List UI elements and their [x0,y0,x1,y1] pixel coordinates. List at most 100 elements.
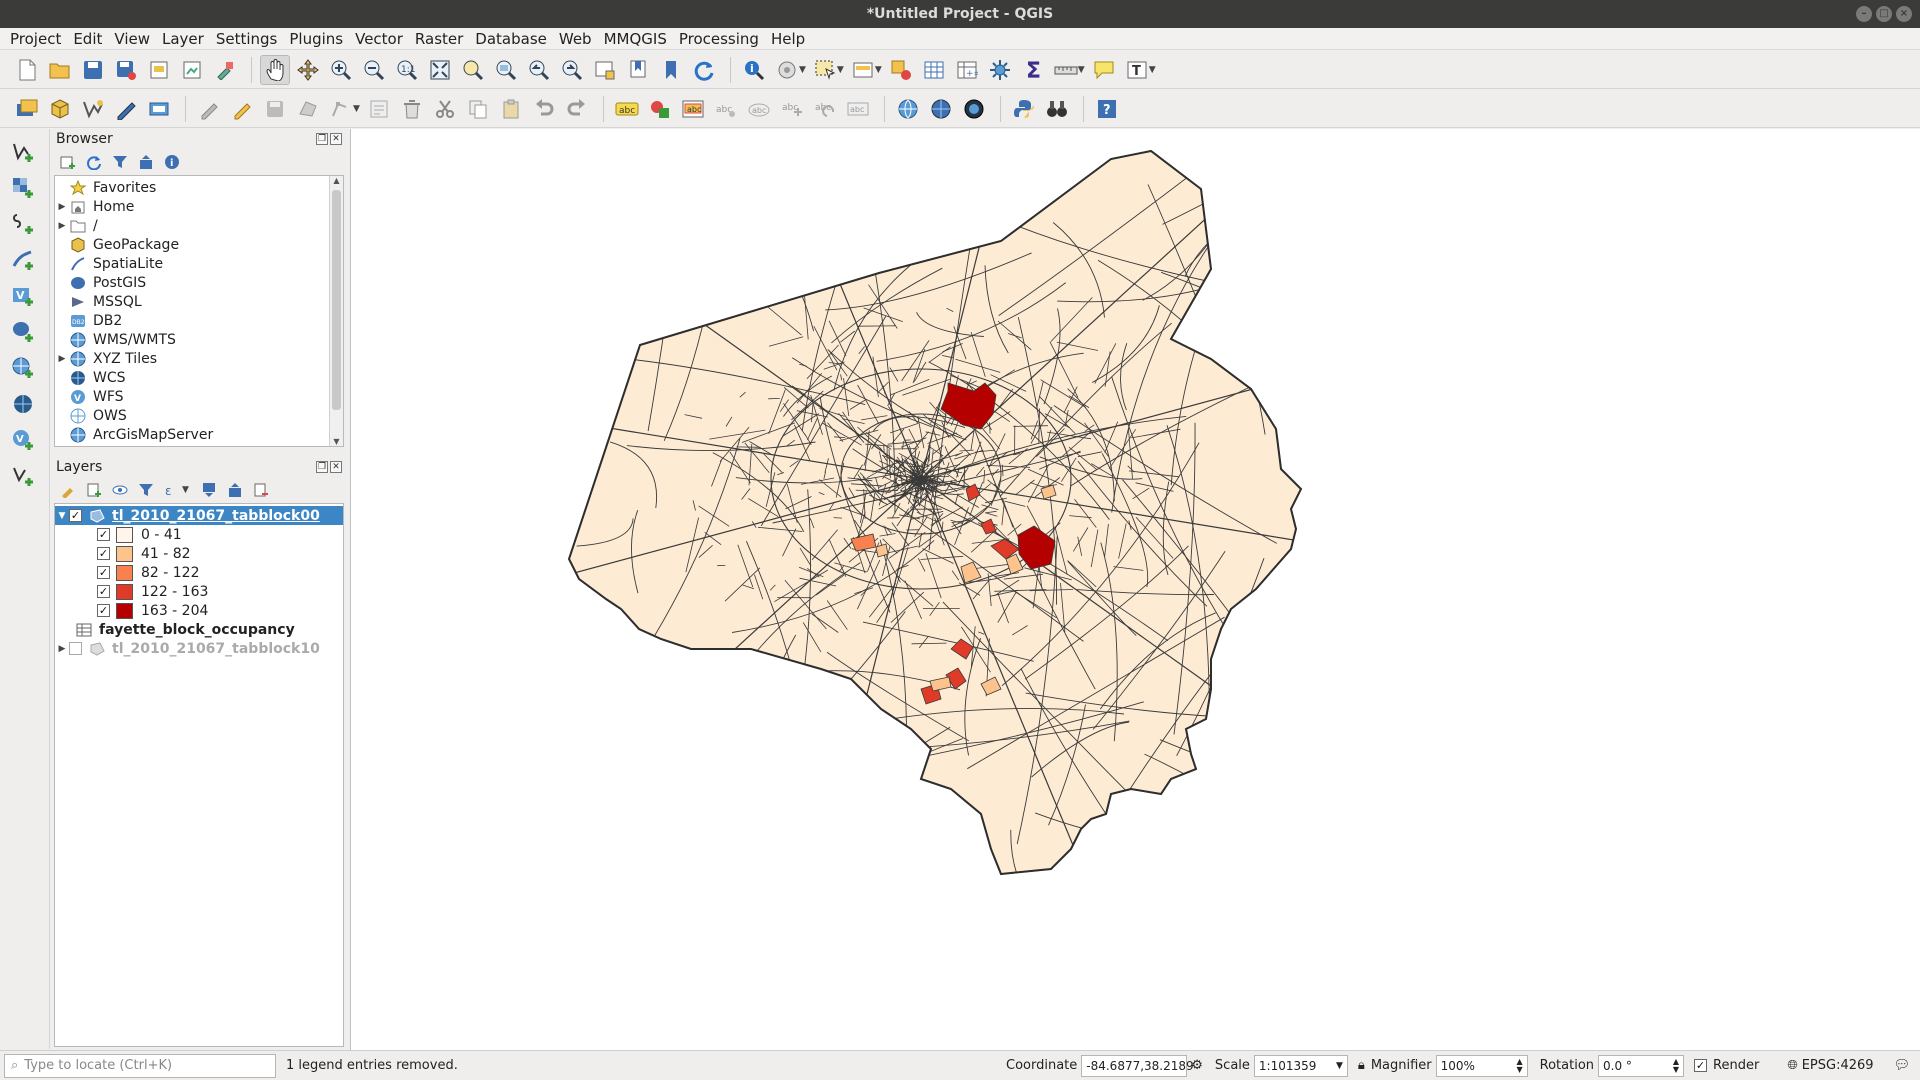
chevron-down-icon[interactable]: ▼ [353,104,360,114]
add-selected-layers-icon[interactable] [58,152,78,172]
collapse-all-icon[interactable] [225,480,245,500]
save-edits-icon[interactable] [260,94,290,124]
chevron-down-icon[interactable]: ▼ [875,65,882,75]
statistics-sigma-icon[interactable]: Σ [1018,55,1048,85]
menu-vector[interactable]: Vector [349,28,409,50]
legend-item[interactable]: ✓ 82 - 122 [55,563,343,582]
filter-expression-icon[interactable]: ε [162,480,182,500]
browser-item-geopackage[interactable]: GeoPackage [55,235,343,254]
rotation-spinbox[interactable]: 0.0 ° ▲ ▼ [1598,1054,1685,1077]
map-tips-icon[interactable] [1089,55,1119,85]
binoculars-icon[interactable] [1042,94,1072,124]
undo-icon[interactable] [529,94,559,124]
show-hide-labels-icon[interactable]: abc [744,94,774,124]
menu-edit[interactable]: Edit [67,28,108,50]
zoom-full-icon[interactable] [425,55,455,85]
paste-features-icon[interactable] [496,94,526,124]
filter-legend-icon[interactable] [136,480,156,500]
add-raster-layer-icon[interactable] [8,173,38,203]
legend-item[interactable]: ✓ 0 - 41 [55,525,343,544]
georeferencer-icon[interactable] [893,94,923,124]
new-geopackage-layer-icon[interactable] [45,94,75,124]
zoom-out-icon[interactable] [359,55,389,85]
close-icon[interactable]: × [1896,6,1912,22]
new-bookmark-icon[interactable] [623,55,653,85]
pan-to-selection-icon[interactable] [293,55,323,85]
browser-scrollbar[interactable]: ▲ ▼ [329,176,343,446]
add-wfs-layer-icon[interactable]: V [8,425,38,455]
layer-item-tabblock00[interactable]: ▼ ✓ tl_2010_21067_tabblock00 [55,506,343,525]
zoom-next-icon[interactable] [557,55,587,85]
chevron-down-icon[interactable]: ▼ [837,65,844,75]
field-calculator-icon[interactable]: += [952,55,982,85]
browser-item-mssql[interactable]: MSSQL [55,292,343,311]
crs-globe-icon[interactable]: 🌐︎ [1787,1058,1797,1073]
new-shapefile-layer-icon[interactable] [78,94,108,124]
layer-item-tabblock10[interactable]: ▶ tl_2010_21067_tabblock10 [55,639,343,658]
expand-arrow-icon[interactable]: ▶ [55,202,69,212]
zoom-last-icon[interactable] [524,55,554,85]
legend-checkbox[interactable]: ✓ [97,547,110,560]
magnifier-spinbox[interactable]: 100% ▲ ▼ [1435,1054,1528,1077]
layout-manager-icon[interactable] [177,55,207,85]
copy-features-icon[interactable] [463,94,493,124]
menu-project[interactable]: Project [4,28,67,50]
globe-plugin-icon[interactable] [926,94,956,124]
legend-item[interactable]: ✓ 122 - 163 [55,582,343,601]
current-edits-icon[interactable] [194,94,224,124]
deselect-all-icon[interactable] [886,55,916,85]
show-bookmarks-icon[interactable] [656,55,686,85]
float-panel-icon[interactable]: ❐ [316,133,328,145]
browser-item-db2[interactable]: DB2 DB2 [55,311,343,330]
action-icon[interactable] [772,55,802,85]
quickmap-services-icon[interactable] [959,94,989,124]
scrollbar-thumb[interactable] [332,190,341,410]
expand-arrow-icon[interactable]: ▶ [55,354,69,364]
redo-icon[interactable] [562,94,592,124]
filter-icon[interactable] [110,152,130,172]
identify-features-icon[interactable]: i [739,55,769,85]
close-panel-icon[interactable]: ✕ [330,461,342,473]
processing-toolbox-icon[interactable] [985,55,1015,85]
python-console-icon[interactable] [1009,94,1039,124]
menu-mmqgis[interactable]: MMQGIS [598,28,673,50]
expand-arrow-icon[interactable]: ▶ [55,221,69,231]
menu-help[interactable]: Help [765,28,811,50]
refresh-icon[interactable] [689,55,719,85]
add-virtual-layer-icon[interactable]: V [8,281,38,311]
open-data-source-manager-icon[interactable] [12,94,42,124]
legend-checkbox[interactable]: ✓ [97,585,110,598]
select-by-value-icon[interactable] [848,55,878,85]
new-map-view-icon[interactable] [590,55,620,85]
menu-web[interactable]: Web [553,28,598,50]
text-annotation-icon[interactable]: T [1122,55,1152,85]
browser-item-postgis[interactable]: PostGIS [55,273,343,292]
scale-combobox[interactable]: 1:101359 ▼ [1253,1054,1348,1077]
toggle-editing-icon[interactable] [227,94,257,124]
browser-item-root[interactable]: ▶ / [55,216,343,235]
menu-processing[interactable]: Processing [673,28,765,50]
help-icon[interactable]: ? [1092,94,1122,124]
browser-item-spatialite[interactable]: SpatiaLite [55,254,343,273]
collapse-arrow-icon[interactable]: ▼ [55,511,69,521]
vertex-tool-icon[interactable] [326,94,356,124]
diagram-tool-icon[interactable] [645,94,675,124]
zoom-to-layer-icon[interactable] [491,55,521,85]
expand-arrow-icon[interactable]: ▶ [55,644,69,654]
legend-item[interactable]: ✓ 41 - 82 [55,544,343,563]
save-project-icon[interactable] [78,55,108,85]
attribute-table-icon[interactable] [919,55,949,85]
menu-raster[interactable]: Raster [409,28,469,50]
browser-item-favorites[interactable]: Favorites [55,178,343,197]
layer-visibility-checkbox[interactable] [69,642,82,655]
browser-item-ows[interactable]: OWS [55,406,343,425]
legend-checkbox[interactable]: ✓ [97,566,110,579]
add-wcs-layer-icon[interactable] [8,389,38,419]
collapse-all-icon[interactable] [136,152,156,172]
browser-item-arcgismapserver[interactable]: ArcGisMapServer [55,425,343,444]
chevron-down-icon[interactable]: ▼ [1149,65,1156,75]
coordinate-field[interactable]: -84.6877,38.2189 [1081,1054,1194,1077]
add-wms-layer-icon[interactable] [8,353,38,383]
change-label-icon[interactable]: abc [843,94,873,124]
crs-value[interactable]: EPSG:4269 [1802,1058,1874,1073]
